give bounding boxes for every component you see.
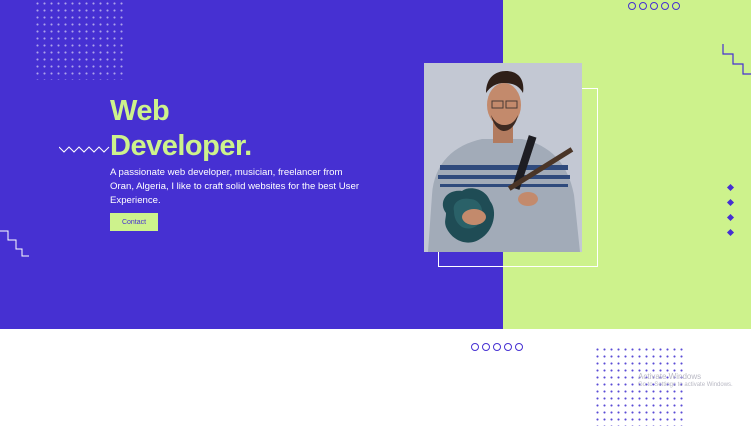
staircase-top-right-icon: [722, 44, 751, 75]
watermark-title: Activate Windows: [638, 372, 702, 381]
watermark-subtitle: Go to Settings to activate Windows.: [638, 382, 733, 388]
ring-icon: [515, 343, 523, 351]
dot-grid-top-left: [34, 0, 125, 80]
ring-icon: [493, 343, 501, 351]
diamond-icon: [726, 183, 735, 192]
title-line-developer: Developer.: [110, 130, 252, 162]
ring-icon: [661, 2, 669, 10]
ring-icon: [504, 343, 512, 351]
page-title: Web Developer.: [110, 94, 252, 164]
diamond-column: [726, 183, 735, 237]
ring-icon: [639, 2, 647, 10]
ring-icon: [482, 343, 490, 351]
zigzag-icon: [59, 146, 110, 153]
diamond-icon: [726, 198, 735, 207]
diamond-icon: [726, 213, 735, 222]
activate-windows-watermark: Activate Windows Go to Settings to activ…: [638, 372, 733, 390]
staircase-left-icon: [0, 230, 29, 257]
diamond-icon: [726, 228, 735, 237]
hero-description: A passionate web developer, musician, fr…: [110, 167, 360, 206]
ring-icon: [628, 2, 636, 10]
ring-icon: [650, 2, 658, 10]
ring-row-bottom: [471, 343, 523, 351]
ring-icon: [471, 343, 479, 351]
guitarist-illustration: [424, 63, 582, 252]
title-line-web: Web: [110, 95, 170, 127]
ring-row-top-right: [628, 2, 680, 10]
contact-button[interactable]: Contact: [110, 213, 158, 231]
ring-icon: [672, 2, 680, 10]
profile-photo: [424, 63, 582, 252]
